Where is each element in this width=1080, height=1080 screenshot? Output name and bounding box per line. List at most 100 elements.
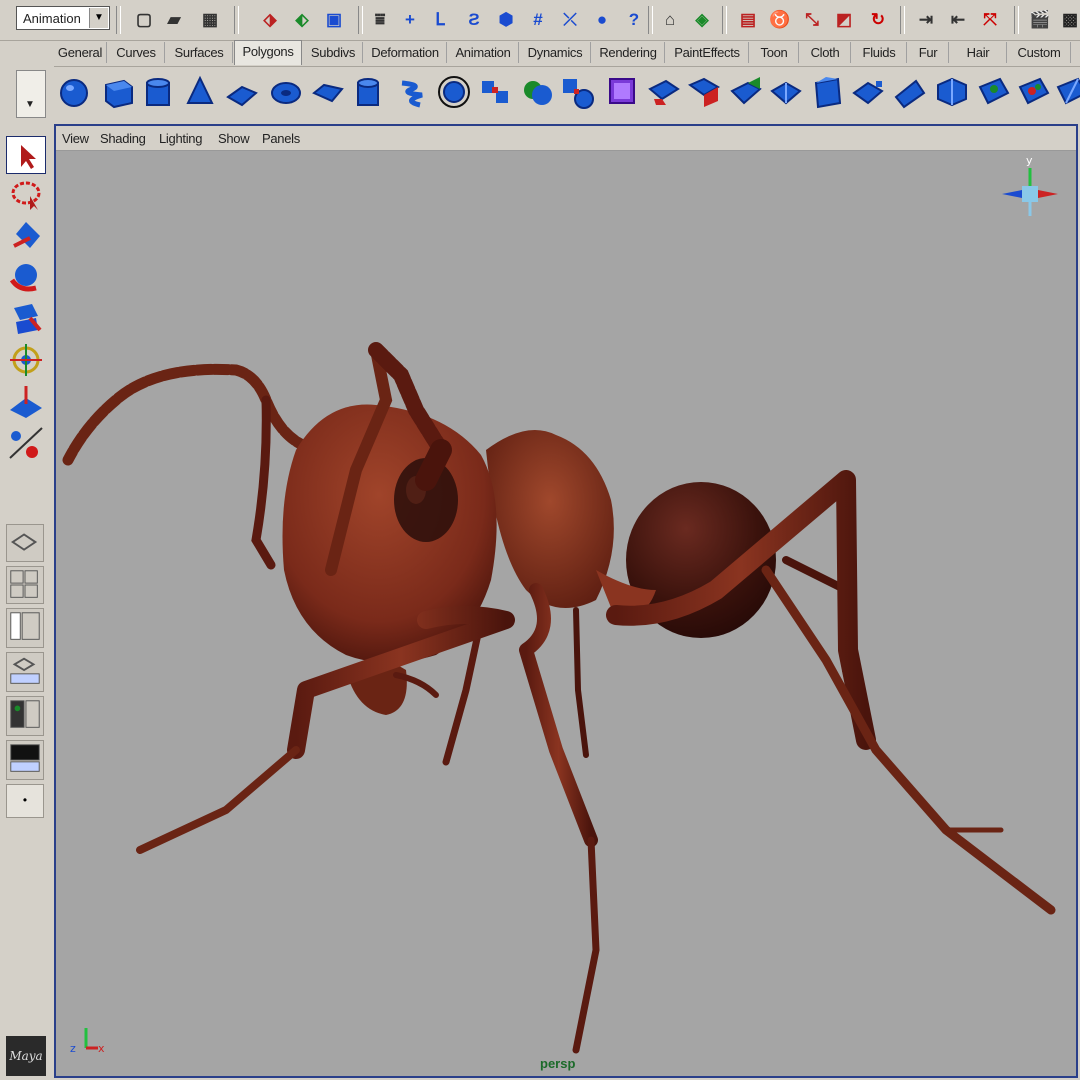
help-icon[interactable]: ? xyxy=(622,8,646,32)
axis-indicator-icon: z x xyxy=(70,1028,105,1055)
tab-deformation[interactable]: Deformation xyxy=(364,42,447,63)
manipulator-tool-icon[interactable] xyxy=(6,342,46,380)
tab-hair[interactable]: Hair xyxy=(950,42,1007,63)
tab-curves[interactable]: Curves xyxy=(108,42,165,63)
view-cube-icon[interactable]: y xyxy=(1002,154,1058,216)
single-perspective-layout-icon[interactable] xyxy=(6,524,44,562)
more-layouts-button[interactable]: • xyxy=(6,784,44,818)
import-icon[interactable]: ⇥ xyxy=(914,8,938,32)
poly-pipe-icon[interactable] xyxy=(350,73,386,111)
rotate-tool-icon[interactable] xyxy=(6,258,46,296)
poly-combine-icon[interactable] xyxy=(478,73,514,111)
poly-bevel-icon[interactable] xyxy=(768,73,804,111)
four-view-layout-icon[interactable] xyxy=(6,566,44,604)
tab-rendering[interactable]: Rendering xyxy=(592,42,665,63)
poly-uv-project-icon[interactable] xyxy=(976,73,1012,111)
poly-extrude-edge-icon[interactable] xyxy=(686,73,722,111)
poly-boolean-icon[interactable] xyxy=(520,73,556,111)
new-scene-icon[interactable]: ▢ xyxy=(132,8,156,32)
clapper-icon[interactable]: 🎬 xyxy=(1028,8,1052,32)
move-tool-icon[interactable] xyxy=(6,218,46,256)
cloth-icon[interactable]: ▩ xyxy=(1058,8,1080,32)
camera-label: persp xyxy=(540,1056,576,1071)
curve-icon[interactable]: Ƨ xyxy=(462,8,486,32)
snap-curve-icon[interactable]: ⤫ xyxy=(558,8,582,32)
menu-panels[interactable]: Panels xyxy=(262,131,300,146)
magnet-select-icon[interactable]: ◈ xyxy=(690,8,714,32)
input-output-icon[interactable]: ♉ xyxy=(768,8,792,32)
save-scene-icon[interactable]: ▦ xyxy=(198,8,222,32)
menu-view[interactable]: View xyxy=(62,131,89,146)
tab-painteffects[interactable]: PaintEffects xyxy=(666,42,749,63)
status-line: Animation ▼ ▢ ▰ ▦ ⬗ ⬖ ▣ ⩸ + ᒪ Ƨ ⬢ # ⤫ ● … xyxy=(0,0,1080,41)
poly-sphere-icon[interactable] xyxy=(56,73,92,111)
tab-animation[interactable]: Animation xyxy=(448,42,519,63)
filter-icon[interactable]: ⩸ xyxy=(368,8,392,32)
render-settings-icon[interactable]: ⤧ xyxy=(978,8,1002,32)
scale-tool-icon[interactable] xyxy=(6,300,46,338)
lock-icon[interactable]: ⌂ xyxy=(658,8,682,32)
lasso-tool-icon[interactable] xyxy=(6,176,46,214)
tab-custom[interactable]: Custom xyxy=(1008,42,1071,63)
poly-wedge-icon[interactable] xyxy=(810,73,846,111)
perspective-viewport[interactable]: View Shading Lighting Show Panels y z x … xyxy=(54,124,1078,1078)
poly-extrude-face-icon[interactable] xyxy=(646,73,682,111)
persp-graph-layout-icon[interactable] xyxy=(6,652,44,692)
poly-uv-planar-icon[interactable] xyxy=(1016,73,1052,111)
poly-smooth-icon[interactable] xyxy=(604,73,640,111)
tab-fluids[interactable]: Fluids xyxy=(852,42,907,63)
snap-point-icon[interactable]: ● xyxy=(590,8,614,32)
view-cube-y-label: y xyxy=(1026,154,1033,167)
select-component-icon[interactable]: ▣ xyxy=(322,8,346,32)
tab-cloth[interactable]: Cloth xyxy=(800,42,851,63)
poly-cube-icon[interactable] xyxy=(100,73,136,111)
poly-cylinder-icon[interactable] xyxy=(140,73,176,111)
poly-cone-icon[interactable] xyxy=(182,73,218,111)
surface-icon[interactable]: ⬢ xyxy=(494,8,518,32)
tab-subdivs[interactable]: Subdivs xyxy=(304,42,363,63)
poly-split-icon[interactable] xyxy=(728,73,764,111)
separator xyxy=(900,6,905,34)
select-hierarchy-icon[interactable]: ⬗ xyxy=(258,8,282,32)
menu-lighting[interactable]: Lighting xyxy=(159,131,202,146)
tab-general[interactable]: General xyxy=(54,42,107,63)
tab-dynamics[interactable]: Dynamics xyxy=(520,42,591,63)
menu-show[interactable]: Show xyxy=(218,131,250,146)
select-tool-icon[interactable] xyxy=(6,136,46,174)
snap-grid-icon[interactable]: # xyxy=(526,8,550,32)
history-icon[interactable]: ▤ xyxy=(736,8,760,32)
render-icon[interactable]: ⤡ xyxy=(800,8,824,32)
poly-collapse-icon[interactable] xyxy=(934,73,970,111)
tab-polygons[interactable]: Polygons xyxy=(234,40,302,65)
scene-canvas[interactable]: y z x xyxy=(56,150,1076,1076)
tab-surfaces[interactable]: Surfaces xyxy=(166,42,233,63)
poly-append-icon[interactable] xyxy=(850,73,886,111)
poly-separate-icon[interactable] xyxy=(560,73,596,111)
hypershade-layout-icon[interactable] xyxy=(6,696,44,736)
open-scene-icon[interactable]: ▰ xyxy=(162,8,186,32)
separator xyxy=(722,6,727,34)
menu-shading[interactable]: Shading xyxy=(100,131,146,146)
handle-icon[interactable]: + xyxy=(398,8,422,32)
export-icon[interactable]: ⇤ xyxy=(946,8,970,32)
poly-prism-icon[interactable] xyxy=(310,73,346,111)
show-manipulator-icon[interactable] xyxy=(6,424,46,462)
joint-icon[interactable]: ᒪ xyxy=(428,8,452,32)
soft-mod-tool-icon[interactable] xyxy=(6,384,46,422)
chevron-down-icon[interactable]: ▼ xyxy=(89,8,108,28)
poly-helix-icon[interactable] xyxy=(394,73,430,111)
poly-uv-sew-icon[interactable] xyxy=(1054,73,1080,111)
select-object-icon[interactable]: ⬖ xyxy=(290,8,314,32)
tab-toon[interactable]: Toon xyxy=(750,42,799,63)
ipr-render-icon[interactable]: ◩ xyxy=(832,8,856,32)
poly-merge-icon[interactable] xyxy=(892,73,928,111)
tab-fur[interactable]: Fur xyxy=(908,42,949,63)
magnet-icon[interactable]: ↻ xyxy=(866,8,890,32)
persp-outliner-layout-icon[interactable] xyxy=(6,608,44,648)
poly-plane-icon[interactable] xyxy=(224,73,260,111)
poly-torus-icon[interactable] xyxy=(268,73,304,111)
poly-soccer-ball-icon[interactable] xyxy=(436,73,472,111)
menu-set-dropdown[interactable]: Animation ▼ xyxy=(16,6,110,30)
persp-render-layout-icon[interactable] xyxy=(6,740,44,780)
shelf-options-button[interactable]: ▼ xyxy=(16,70,46,118)
